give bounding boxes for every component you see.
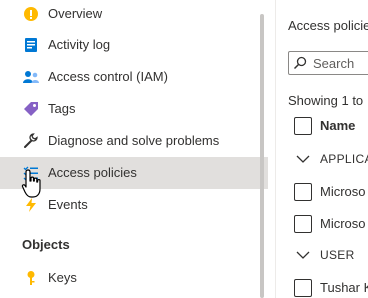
row-name: Tushar K (320, 280, 368, 295)
row-checkbox[interactable] (294, 183, 312, 201)
sidebar-item-label: Access control (IAM) (48, 69, 168, 84)
sidebar-item-label: Keys (48, 270, 77, 285)
main-pane: Access policie Search Showing 1 to Name … (276, 0, 368, 298)
group-row-application[interactable]: APPLICA (276, 143, 368, 175)
chevron-down-icon[interactable] (296, 152, 310, 170)
row-checkbox[interactable] (294, 279, 312, 297)
sidebar-item-keys[interactable]: Keys (0, 262, 268, 294)
chevron-down-icon[interactable] (296, 248, 310, 266)
hand-cursor-icon (21, 168, 45, 205)
table-row[interactable]: Microso (276, 207, 368, 239)
sidebar-item-overview[interactable]: Overview (0, 0, 268, 30)
search-input[interactable]: Search (288, 51, 368, 75)
sidebar-item-tags[interactable]: Tags (0, 93, 268, 125)
page-title: Access policie (288, 18, 368, 33)
select-all-checkbox[interactable] (294, 117, 312, 135)
activity-log-icon (22, 36, 40, 54)
sidebar-item-label: Overview (48, 6, 103, 21)
sidebar: Overview Activity log Access control (IA… (0, 0, 268, 298)
section-header-objects: Objects (22, 237, 70, 252)
sidebar-item-label: Tags (48, 101, 76, 116)
sidebar-item-label: Activity log (48, 37, 111, 52)
iam-icon (22, 68, 40, 86)
search-icon (293, 56, 307, 75)
row-name: Microso (320, 184, 366, 199)
wrench-icon (22, 132, 40, 150)
key-icon (22, 269, 40, 287)
sidebar-item-access-control[interactable]: Access control (IAM) (0, 61, 268, 93)
sidebar-item-activity-log[interactable]: Activity log (0, 29, 268, 61)
overview-icon (22, 5, 40, 23)
sidebar-item-label: Events (48, 197, 88, 212)
table-row[interactable]: Microso (276, 175, 368, 207)
search-placeholder: Search (313, 56, 355, 71)
group-label: APPLICA (320, 152, 368, 166)
sidebar-scrollbar[interactable] (260, 14, 264, 298)
group-row-user[interactable]: USER (276, 239, 368, 271)
table-header-row: Name (276, 109, 368, 141)
sidebar-item-label: Access policies (48, 165, 137, 180)
sidebar-item-label: Diagnose and solve problems (48, 133, 220, 148)
showing-count: Showing 1 to (288, 93, 364, 108)
group-label: USER (320, 248, 355, 262)
row-checkbox[interactable] (294, 215, 312, 233)
tag-icon (22, 100, 40, 118)
column-header-name[interactable]: Name (320, 118, 355, 133)
sidebar-item-diagnose[interactable]: Diagnose and solve problems (0, 125, 268, 157)
row-name: Microso (320, 216, 366, 231)
table-row[interactable]: Tushar K (276, 271, 368, 298)
